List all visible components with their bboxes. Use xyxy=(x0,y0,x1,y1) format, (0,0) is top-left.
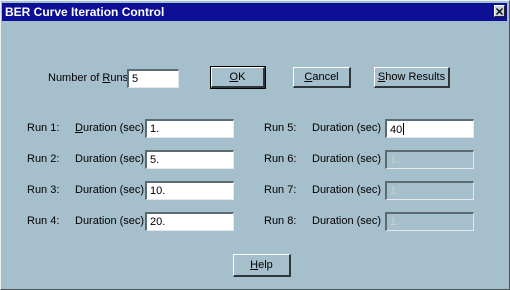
run-4-duration-value: 20. xyxy=(150,216,166,228)
number-of-runs-value: 5 xyxy=(132,73,139,85)
run-3-duration-value: 10. xyxy=(150,185,166,197)
run-8-label: Run 8: xyxy=(264,215,297,227)
run-2-duration-input[interactable]: 5. xyxy=(145,150,234,169)
run-6-duration-label: Duration (sec) xyxy=(312,153,382,165)
run-7-duration-input[interactable]: 1. xyxy=(385,181,474,200)
run-1-duration-mnemonic: D xyxy=(75,122,83,134)
run-6-duration-input[interactable]: 1. xyxy=(385,150,474,169)
cancel-label: ancel xyxy=(312,71,339,83)
run-1-duration-value: 1. xyxy=(150,123,160,135)
run-4-duration-input[interactable]: 20. xyxy=(145,212,234,231)
close-icon xyxy=(496,7,503,15)
title-bar[interactable]: BER Curve Iteration Control xyxy=(2,3,507,21)
show-results-label: how Results xyxy=(385,71,446,83)
help-label: elp xyxy=(258,259,273,271)
run-5-duration-value: 40 xyxy=(390,124,403,136)
run-5-duration-input[interactable]: 40 xyxy=(385,119,474,138)
run-5-duration-label: Duration (sec) xyxy=(312,122,382,134)
run-3-duration-label: Duration (sec) xyxy=(75,184,145,196)
run-4-label: Run 4: xyxy=(27,215,60,227)
run-7-label: Run 7: xyxy=(264,184,297,196)
run-5-label: Run 5: xyxy=(264,122,297,134)
ok-label: K xyxy=(238,71,246,83)
cancel-mnemonic: C xyxy=(304,71,313,83)
dialog-window: BER Curve Iteration Control Number of Ru… xyxy=(0,0,510,290)
run-1-label: Run 1: xyxy=(27,122,60,134)
run-7-duration-label: Duration (sec) xyxy=(312,184,382,196)
number-of-runs-label-suffix: uns xyxy=(110,72,129,84)
ok-mnemonic: O xyxy=(229,71,239,83)
run-1-duration-text: uration (sec) xyxy=(82,122,145,134)
run-2-duration-label: Duration (sec) xyxy=(75,153,145,165)
run-6-duration-value: 1. xyxy=(390,154,400,166)
run-7-duration-value: 1. xyxy=(390,185,400,197)
number-of-runs-label: Number of Runs xyxy=(48,72,128,85)
run-3-duration-input[interactable]: 10. xyxy=(145,181,234,200)
run-8-duration-input[interactable]: 1. xyxy=(385,212,474,231)
show-results-button[interactable]: Show Results xyxy=(374,67,450,88)
help-button[interactable]: Help xyxy=(233,254,291,277)
number-of-runs-label-text: Number of xyxy=(48,72,103,84)
run-6-label: Run 6: xyxy=(264,153,297,165)
ok-button[interactable]: OK xyxy=(210,66,266,89)
number-of-runs-input[interactable]: 5 xyxy=(127,69,179,88)
run-1-duration-label: Duration (sec) xyxy=(75,122,144,135)
run-8-duration-value: 1. xyxy=(390,216,400,228)
run-8-duration-label: Duration (sec) xyxy=(312,215,382,227)
show-results-mnemonic: S xyxy=(377,71,386,83)
window-title: BER Curve Iteration Control xyxy=(5,5,165,19)
run-2-duration-value: 5. xyxy=(150,154,160,166)
run-1-duration-input[interactable]: 1. xyxy=(145,119,234,138)
run-2-label: Run 2: xyxy=(27,153,60,165)
close-button[interactable] xyxy=(494,5,505,17)
text-cursor xyxy=(403,123,405,135)
cancel-button[interactable]: Cancel xyxy=(293,67,351,88)
help-mnemonic: H xyxy=(250,259,259,271)
run-4-duration-label: Duration (sec) xyxy=(75,215,145,227)
run-3-label: Run 3: xyxy=(27,184,60,196)
